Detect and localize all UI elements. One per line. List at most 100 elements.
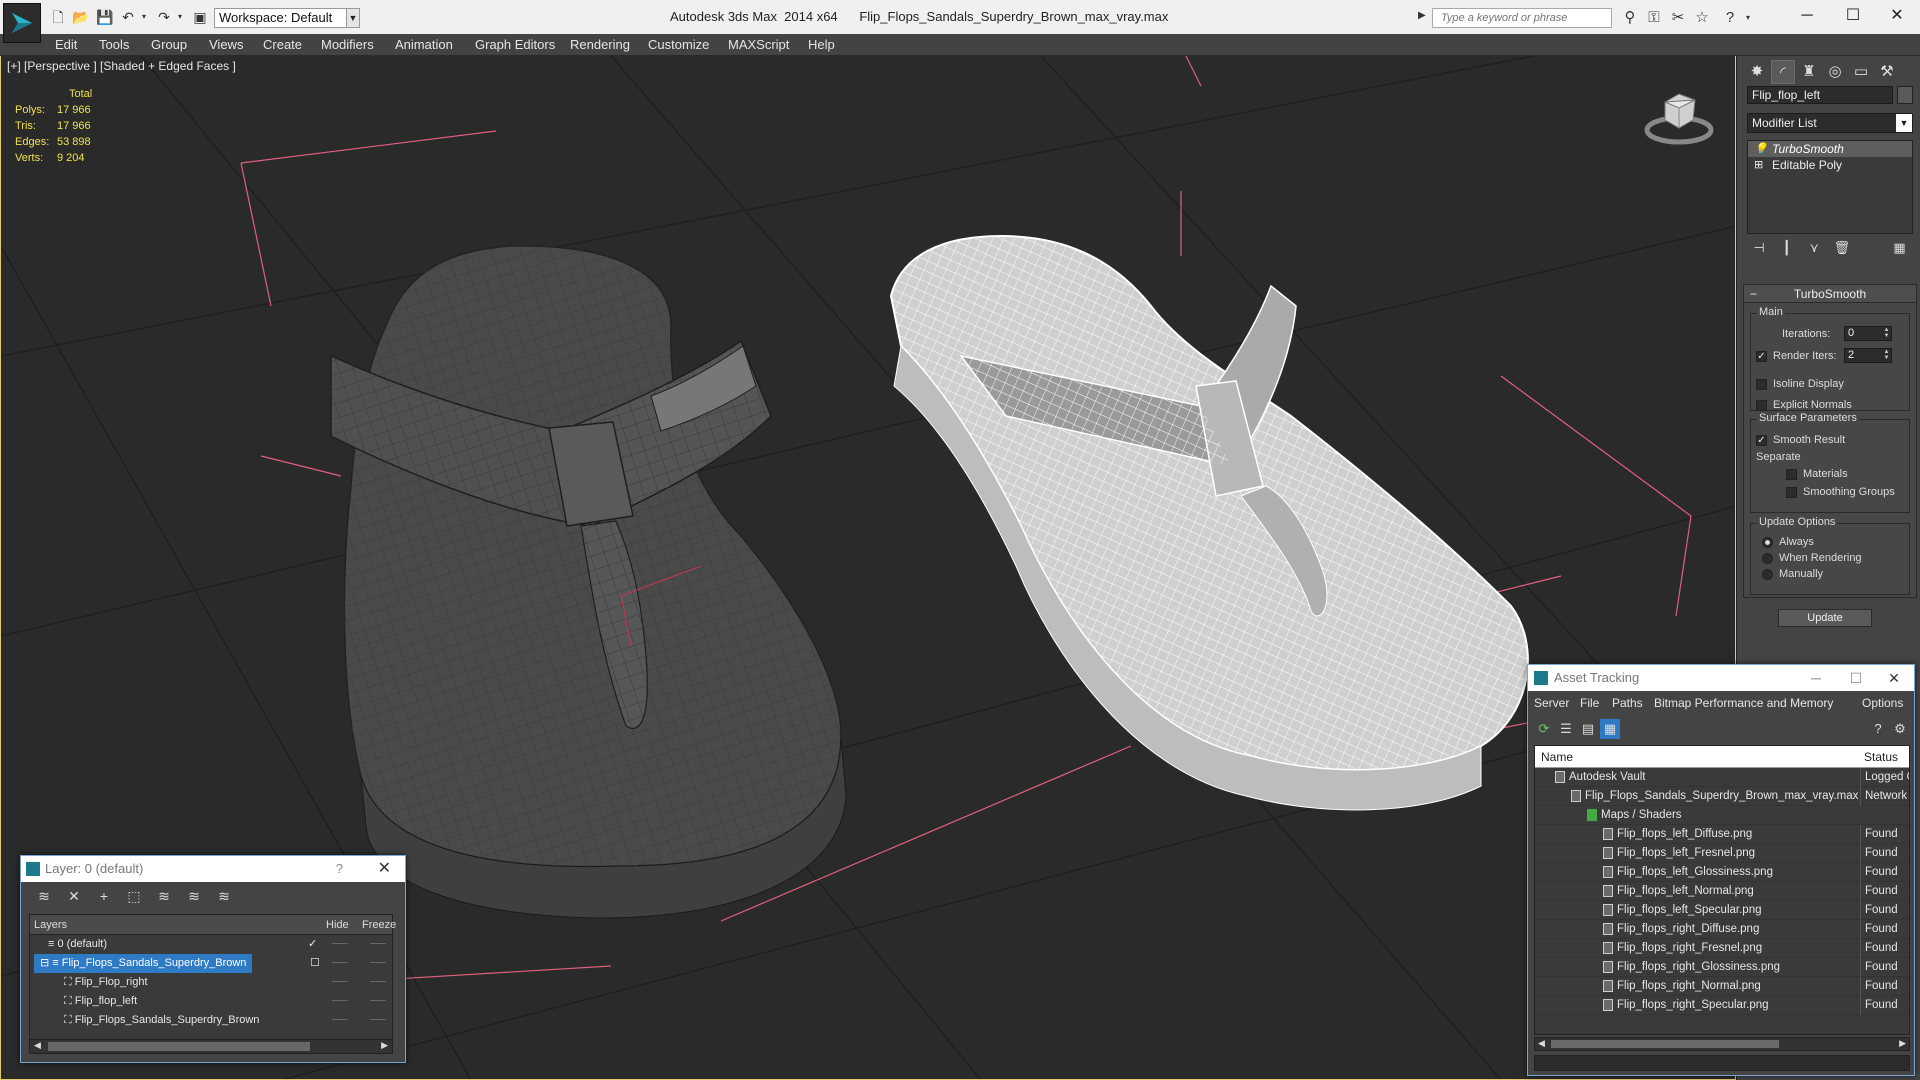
isoline-display-checkbox[interactable]: Isoline Display — [1756, 377, 1844, 391]
spinner-arrows-icon[interactable]: ▲ ▼ — [1882, 349, 1891, 362]
menu-maxscript[interactable]: MAXScript — [728, 34, 789, 56]
asset-menu-server[interactable]: Server — [1534, 691, 1569, 715]
layer-row[interactable]: ⛶ Flip_Flops_Sandals_Superdry_Brown ── ── — [30, 1011, 392, 1030]
motion-tab-icon[interactable]: ◎ — [1823, 60, 1847, 84]
materials-checkbox[interactable]: Materials — [1786, 467, 1848, 481]
asset-menu-file[interactable]: File — [1580, 691, 1599, 715]
asset-row[interactable]: Autodesk Vault Logged O — [1535, 768, 1909, 787]
checkbox-icon[interactable] — [1756, 399, 1767, 411]
workspace-select[interactable]: Workspace: Default ▾ — [214, 8, 358, 28]
create-tab-icon[interactable]: ✸ — [1745, 60, 1769, 84]
scroll-thumb[interactable] — [1551, 1040, 1779, 1048]
maximize-button[interactable]: ☐ — [1838, 665, 1874, 691]
lightbulb-icon[interactable]: 💡 — [1754, 141, 1768, 157]
hide-toggle[interactable]: ── — [332, 954, 348, 973]
asset-row[interactable]: Flip_flops_left_Glossiness.png Found — [1535, 863, 1909, 882]
layer-row[interactable]: ≡ 0 (default) ✓ ── ── — [30, 935, 392, 954]
hierarchy-tab-icon[interactable]: ♜ — [1797, 60, 1821, 84]
asset-row[interactable]: Flip_flops_left_Diffuse.png Found — [1535, 825, 1909, 844]
menu-edit[interactable]: Edit — [55, 34, 77, 56]
table-view-icon[interactable]: ▦ — [1600, 719, 1620, 739]
render-iters-row[interactable]: ✓ Render Iters: — [1756, 349, 1837, 363]
remove-modifier-icon[interactable]: 🗑 — [1830, 240, 1854, 256]
modify-tab-icon[interactable]: ◜ — [1771, 60, 1795, 84]
key-icon[interactable]: ⚿ — [1644, 8, 1664, 28]
menu-create[interactable]: Create — [263, 34, 302, 56]
asset-menu-paths[interactable]: Paths — [1612, 691, 1643, 715]
col-hide[interactable]: Hide — [326, 915, 349, 935]
make-unique-icon[interactable]: ⋎ — [1802, 240, 1826, 256]
stack-item-editable-poly[interactable]: ⊞ Editable Poly — [1748, 157, 1912, 173]
when-rendering-radio[interactable]: When Rendering — [1762, 551, 1862, 565]
select-objects-icon[interactable]: ⬚ — [123, 888, 145, 906]
asset-row[interactable]: Flip_flops_right_Fresnel.png Found — [1535, 939, 1909, 958]
explicit-normals-checkbox[interactable]: Explicit Normals — [1756, 398, 1852, 412]
configure-sets-icon[interactable]: ▦ — [1888, 240, 1912, 256]
settings-icon[interactable]: ⚙ — [1890, 719, 1910, 739]
asset-row[interactable]: Flip_flops_left_Fresnel.png Found — [1535, 844, 1909, 863]
render-iters-spinner[interactable]: 2 ▲ ▼ — [1844, 348, 1892, 363]
layer-dialog-titlebar[interactable]: Layer: 0 (default) ? ✕ — [21, 856, 405, 882]
scroll-right-icon[interactable]: ▶ — [381, 1040, 388, 1051]
close-icon[interactable]: ✕ — [378, 856, 391, 882]
radio-selected-icon[interactable] — [1762, 536, 1773, 548]
checkbox-checked-icon[interactable]: ✓ — [1756, 350, 1767, 362]
app-menu-button[interactable] — [3, 3, 41, 43]
view-cube-icon[interactable] — [1641, 86, 1717, 146]
open-file-icon[interactable]: 📂 — [72, 9, 89, 25]
save-icon[interactable]: 💾 — [96, 9, 113, 25]
object-name-field[interactable]: Flip_flop_left — [1747, 86, 1893, 104]
freeze-all-icon[interactable]: ≋ — [213, 888, 235, 906]
redo-icon[interactable]: ↷ — [156, 9, 172, 25]
search-expand-icon[interactable]: ▶ — [1418, 10, 1426, 21]
update-button[interactable]: Update — [1778, 609, 1872, 627]
highlight-layer-icon[interactable]: ≋ — [153, 888, 175, 906]
freeze-toggle[interactable]: ── — [370, 973, 386, 992]
project-folder-icon[interactable]: ▣ — [192, 9, 208, 25]
col-layers[interactable]: Layers — [34, 915, 67, 935]
menu-customize[interactable]: Customize — [648, 34, 709, 56]
display-tab-icon[interactable]: ▭ — [1849, 60, 1873, 84]
freeze-toggle[interactable]: ── — [370, 935, 386, 954]
star-icon[interactable]: ☆ — [1692, 8, 1712, 28]
current-layer-check-icon[interactable]: ✓ — [308, 935, 317, 954]
hide-toggle[interactable]: ── — [332, 992, 348, 1011]
maximize-button[interactable]: ☐ — [1830, 0, 1876, 32]
iterations-spinner[interactable]: 0 ▲ ▼ — [1844, 326, 1892, 341]
menu-group[interactable]: Group — [151, 34, 187, 56]
menu-rendering[interactable]: Rendering — [570, 34, 630, 56]
quick-access-dropdown[interactable]: ▼ — [346, 8, 360, 28]
horizontal-scrollbar[interactable]: ◀ ▶ — [1534, 1037, 1910, 1051]
utilities-tab-icon[interactable]: ⚒ — [1875, 60, 1899, 84]
add-to-layer-icon[interactable]: + — [93, 888, 115, 906]
list-view-icon[interactable]: ☰ — [1556, 719, 1576, 739]
radio-icon[interactable] — [1762, 568, 1773, 580]
layer-row[interactable]: ⛶ Flip_Flop_right ── ── — [30, 973, 392, 992]
col-status[interactable]: Status — [1864, 746, 1898, 768]
expand-plus-icon[interactable]: ⊞ — [1754, 157, 1763, 173]
asset-row[interactable]: Maps / Shaders — [1535, 806, 1909, 825]
checkbox-icon[interactable] — [1756, 378, 1767, 390]
minimize-button[interactable]: ─ — [1784, 0, 1830, 32]
minimize-button[interactable]: ─ — [1798, 665, 1834, 691]
close-button[interactable]: ✕ — [1876, 665, 1912, 691]
spinner-arrows-icon[interactable]: ▲ ▼ — [1882, 327, 1891, 340]
search-field[interactable] — [1439, 11, 1605, 25]
scroll-left-icon[interactable]: ◀ — [1538, 1038, 1545, 1049]
col-name[interactable]: Name — [1541, 746, 1573, 768]
new-layer-icon[interactable]: ≋ — [33, 888, 55, 906]
checkbox-icon[interactable] — [1786, 486, 1797, 498]
asset-row[interactable]: Flip_flops_left_Normal.png Found — [1535, 882, 1909, 901]
help-icon[interactable]: ? — [336, 856, 343, 882]
binoculars-icon[interactable]: ⚲ — [1620, 8, 1640, 28]
checkbox-checked-icon[interactable]: ✓ — [1756, 434, 1767, 446]
asset-row[interactable]: Flip_Flops_Sandals_Superdry_Brown_max_vr… — [1535, 787, 1909, 806]
freeze-toggle[interactable]: ── — [370, 992, 386, 1011]
hide-toggle[interactable]: ── — [332, 935, 348, 954]
flip-flop-right-mesh[interactable] — [330, 245, 847, 919]
undo-dropdown-icon[interactable]: ▾ — [136, 9, 152, 25]
menu-tools[interactable]: Tools — [99, 34, 129, 56]
asset-row[interactable]: Flip_flops_right_Normal.png Found — [1535, 977, 1909, 996]
hide-toggle[interactable]: ── — [332, 1011, 348, 1030]
menu-help[interactable]: Help — [808, 34, 835, 56]
